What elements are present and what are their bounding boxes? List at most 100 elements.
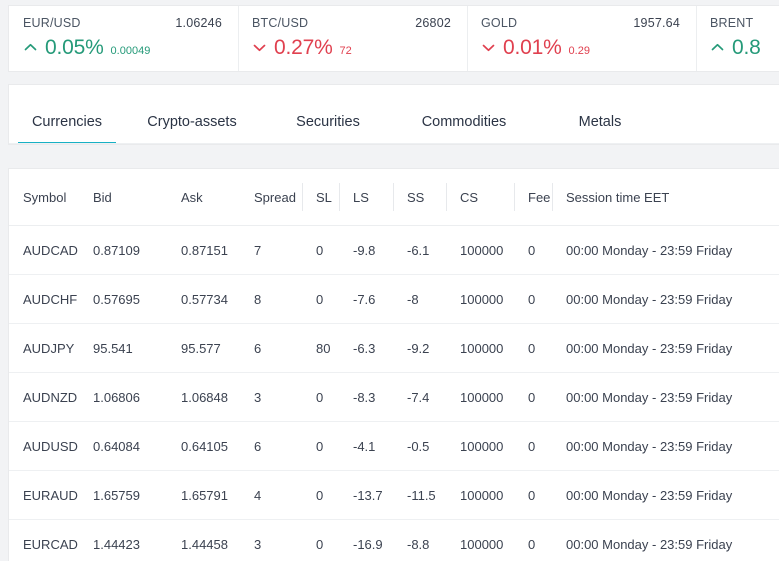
cell-spread: 6 [240,421,302,471]
ticker-item[interactable]: EUR/USD 1.06246 0.05% 0.00049 [9,6,238,71]
ticker-delta: 0.29 [568,45,590,57]
cell-bid: 0.64084 [79,421,167,471]
cell-ls: -16.9 [339,519,393,561]
ticker-symbol: EUR/USD [23,16,81,30]
table-row[interactable]: AUDJPY 95.541 95.577 6 80 -6.3 -9.2 100000 0 00:0… [9,323,779,373]
column-header[interactable]: Ask [167,169,240,226]
column-header-label: Bid [93,189,112,205]
cell-spread: 3 [240,519,302,561]
ticker-item[interactable]: BRENT 0.8 [696,6,779,71]
tab-commodities[interactable]: Commodities [396,114,532,144]
tab-label: Metals [578,114,622,130]
cell-ask: 1.06848 [167,372,240,422]
tab-crypto-assets[interactable]: Crypto-assets [124,114,260,144]
cell-bid: 0.87109 [79,225,167,275]
column-header[interactable]: LS [339,169,393,226]
column-header-label: LS [353,189,369,205]
cell-ask: 0.57734 [167,274,240,324]
cell-spread: 4 [240,470,302,520]
tab-label: Currencies [31,114,103,130]
cell-session: 00:00 Monday - 23:59 Friday [552,470,779,520]
cell-ask: 0.64105 [167,421,240,471]
column-header-label: Symbol [23,189,67,205]
cell-session: 00:00 Monday - 23:59 Friday [552,519,779,561]
cell-spread: 7 [240,225,302,275]
ticker-delta: 72 [339,45,352,57]
cell-session: 00:00 Monday - 23:59 Friday [552,421,779,471]
cell-ss: -11.5 [393,470,446,520]
cell-ss: -8 [393,274,446,324]
ticker-change: 0.01% 0.29 [481,37,682,58]
column-header[interactable]: Spread [240,169,302,226]
cell-fee: 0 [514,421,552,471]
column-header-label: SS [407,189,425,205]
column-header-label: CS [460,189,479,205]
tab-currencies[interactable]: Currencies [10,114,124,144]
cell-bid: 0.57695 [79,274,167,324]
cell-cs: 100000 [446,372,514,422]
tab-label: Securities [296,114,360,130]
cell-bid: 1.44423 [79,519,167,561]
table-row[interactable]: AUDCAD 0.87109 0.87151 7 0 -9.8 -6.1 100000 0 00:… [9,225,779,275]
ticker-change: 0.27% 72 [252,37,453,58]
quotes-table-card: Symbol Bid Ask Spread SL LS SS CS Fee Session tim… [8,168,779,561]
cell-sl: 0 [302,225,339,275]
quotes-table: Symbol Bid Ask Spread SL LS SS CS Fee Session tim… [9,169,779,561]
column-header[interactable]: SL [302,169,339,226]
cell-sl: 0 [302,421,339,471]
cell-session: 00:00 Monday - 23:59 Friday [552,372,779,422]
tab-label: Crypto-assets [147,114,237,130]
cell-cs: 100000 [446,225,514,275]
table-row[interactable]: AUDNZD 1.06806 1.06848 3 0 -8.3 -7.4 100000 0 00:… [9,372,779,422]
cell-symbol: EURAUD [9,470,79,520]
cell-spread: 6 [240,323,302,373]
column-header[interactable]: Bid [79,169,167,226]
cell-ss: -6.1 [393,225,446,275]
column-header[interactable]: CS [446,169,514,226]
cell-ss: -0.5 [393,421,446,471]
cell-ask: 1.65791 [167,470,240,520]
cell-fee: 0 [514,323,552,373]
column-header-label: Session time EET [566,189,670,205]
table-row[interactable]: EURAUD 1.65759 1.65791 4 0 -13.7 -11.5 100000 0 0… [9,470,779,520]
cell-symbol: AUDJPY [9,323,79,373]
ticker-percent: 0.01% [503,36,562,59]
ticker-price: 1.06246 [175,16,222,30]
cell-sl: 0 [302,372,339,422]
cell-bid: 95.541 [79,323,167,373]
cell-session: 00:00 Monday - 23:59 Friday [552,274,779,324]
column-header[interactable]: SS [393,169,446,226]
table-header-row: Symbol Bid Ask Spread SL LS SS CS Fee Session tim… [9,169,779,226]
table-row[interactable]: AUDCHF 0.57695 0.57734 8 0 -7.6 -8 100000 0 00:00… [9,274,779,324]
chevron-down-icon [252,40,267,55]
column-header[interactable]: Session time EET [552,169,779,226]
table-row[interactable]: EURCAD 1.44423 1.44458 3 0 -16.9 -8.8 100000 0 00… [9,519,779,561]
column-header[interactable]: Fee [514,169,552,226]
cell-ls: -7.6 [339,274,393,324]
ticker-symbol: BTC/USD [252,16,309,30]
tab-securities[interactable]: Securities [260,114,396,144]
ticker-percent: 0.27% [274,36,333,59]
column-header-label: Spread [254,189,296,205]
chevron-down-icon [481,40,496,55]
cell-fee: 0 [514,372,552,422]
ticker-item[interactable]: BTC/USD 26802 0.27% 72 [238,6,467,71]
ticker-item[interactable]: GOLD 1957.64 0.01% 0.29 [467,6,696,71]
cell-symbol: AUDUSD [9,421,79,471]
ticker-header: EUR/USD 1.06246 [23,16,224,30]
table-row[interactable]: AUDUSD 0.64084 0.64105 6 0 -4.1 -0.5 100000 0 00:… [9,421,779,471]
ticker-header: BRENT [710,16,779,30]
chevron-up-icon [23,40,38,55]
tab-metals[interactable]: Metals [532,114,668,144]
cell-spread: 3 [240,372,302,422]
cell-sl: 0 [302,274,339,324]
column-header[interactable]: Symbol [9,169,79,226]
ticker-percent: 0.8 [732,36,761,59]
cell-fee: 0 [514,225,552,275]
cell-ls: -8.3 [339,372,393,422]
quotes-page: EUR/USD 1.06246 0.05% 0.00049 BTC/USD 26802 0.… [0,0,779,561]
market-ticker-bar: EUR/USD 1.06246 0.05% 0.00049 BTC/USD 26802 0.… [8,5,779,72]
cell-sl: 0 [302,470,339,520]
cell-spread: 8 [240,274,302,324]
cell-fee: 0 [514,519,552,561]
